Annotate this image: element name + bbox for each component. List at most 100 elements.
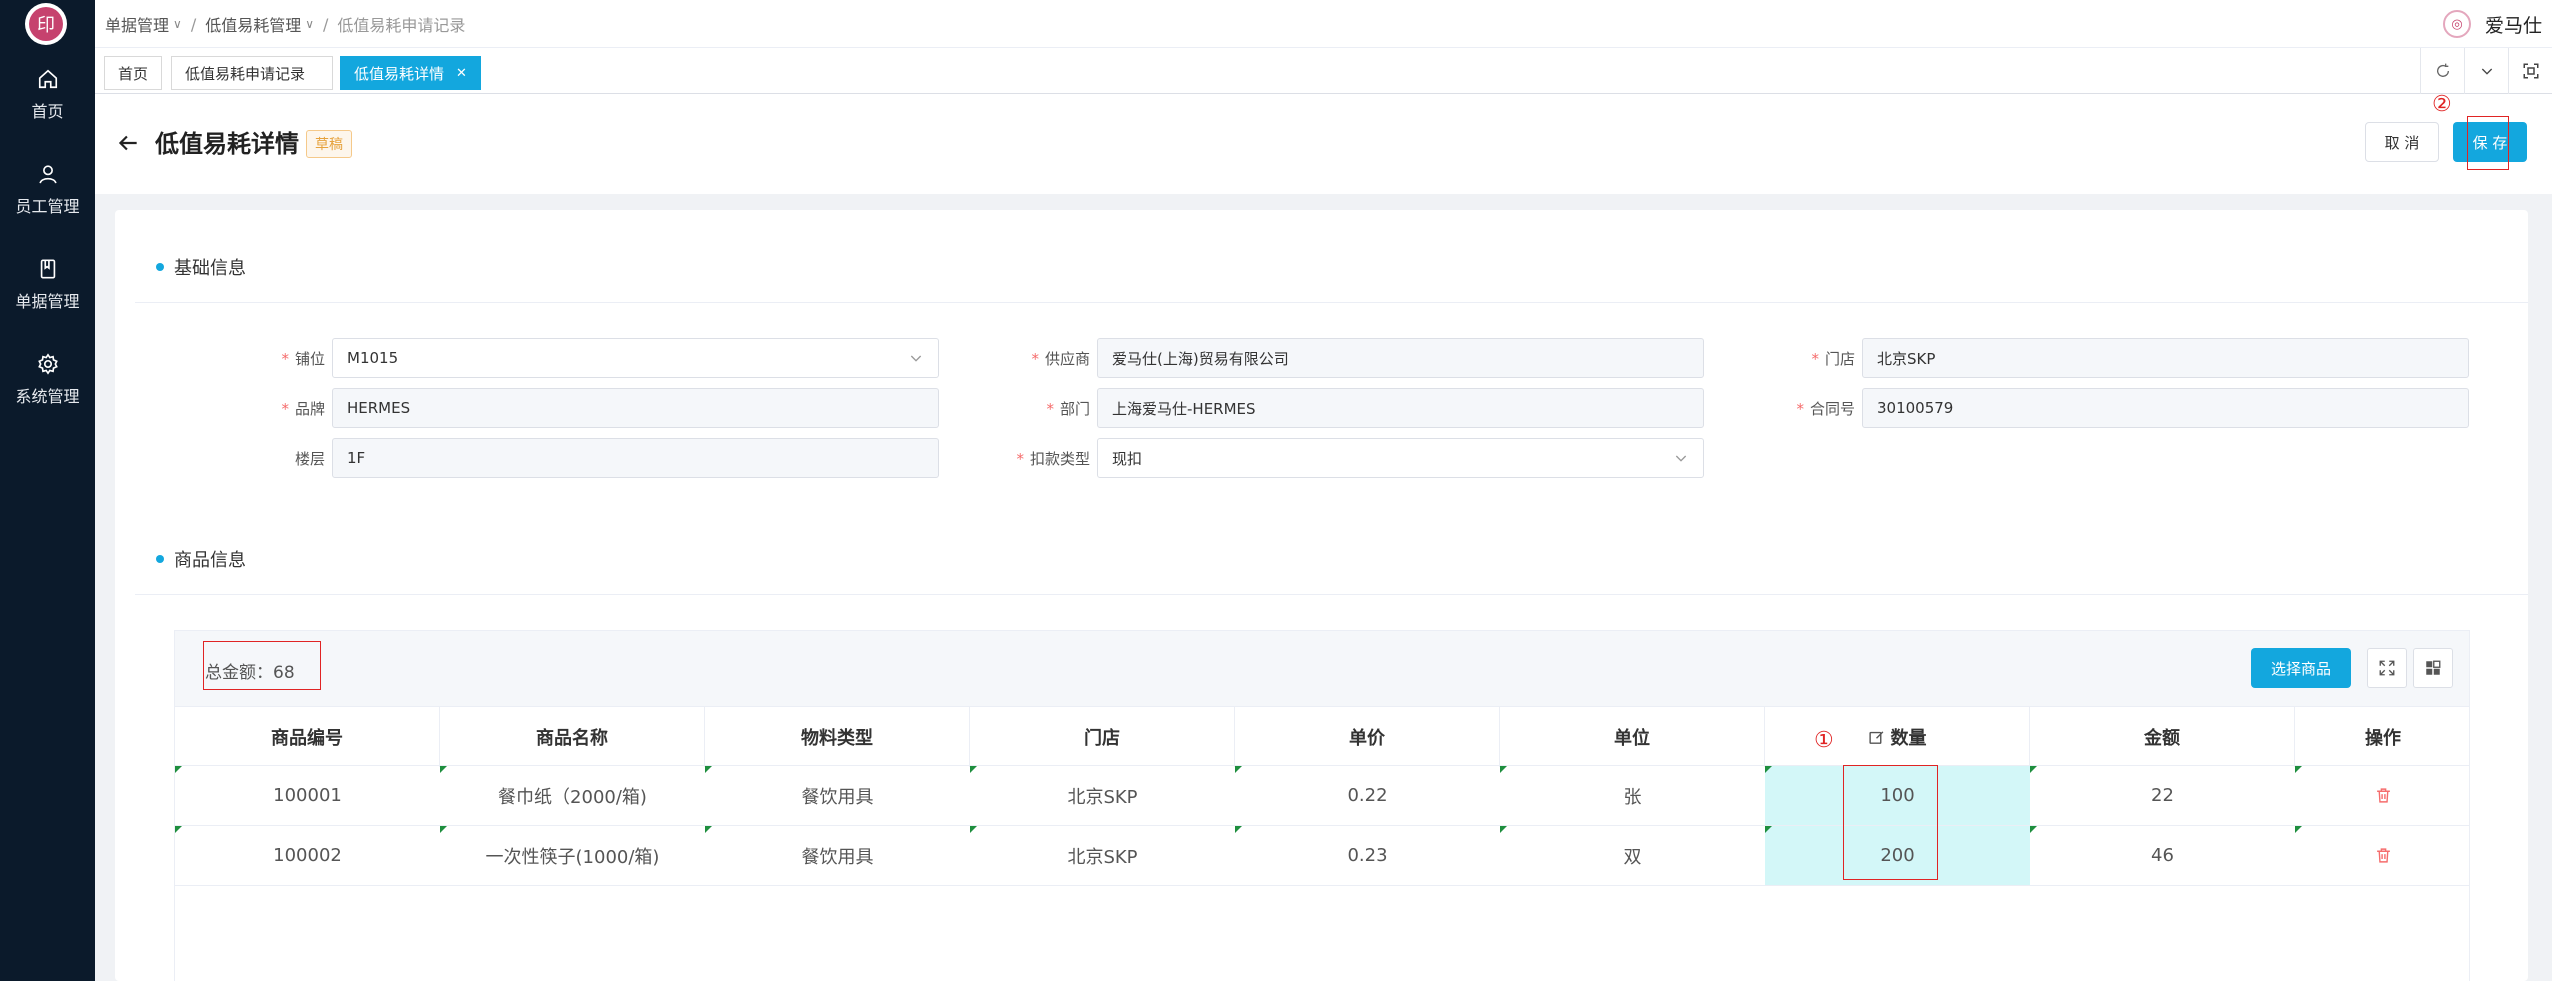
column-header-code[interactable]: 商品编号 xyxy=(175,707,440,767)
table-row[interactable]: 100001 餐巾纸（2000/箱) 餐饮用具 北京SKP 0.22 张 100… xyxy=(175,766,2469,826)
section-divider xyxy=(135,594,2528,595)
cell-marker xyxy=(2295,826,2302,833)
user-icon xyxy=(38,165,57,184)
tabs-actions xyxy=(2420,48,2552,94)
cell-marker xyxy=(1765,826,1772,833)
brand-name: 爱马仕 xyxy=(2484,14,2542,37)
supplier-field[interactable]: 爱马仕(上海)贸易有限公司 xyxy=(1097,338,1704,378)
section-divider xyxy=(135,302,2528,303)
section-dot xyxy=(156,263,164,271)
breadcrumb-item-documents[interactable]: 单据管理 xyxy=(105,12,169,36)
logo-seal: 印 xyxy=(29,7,63,41)
column-settings-button[interactable] xyxy=(2413,648,2453,688)
edit-icon xyxy=(1868,730,1883,744)
book-icon xyxy=(40,259,55,279)
brand-field[interactable]: HERMES xyxy=(332,388,939,428)
annotation-number-1: ① xyxy=(1814,728,1834,753)
deduction-type-select[interactable]: 现扣 xyxy=(1097,438,1704,478)
cell-marker xyxy=(175,766,182,773)
tab-apply-records[interactable]: 低值易耗申请记录 xyxy=(171,56,333,90)
cell-name: 餐巾纸（2000/箱) xyxy=(498,786,647,808)
cell-marker xyxy=(1500,826,1507,833)
cell-name: 一次性筷子(1000/箱) xyxy=(485,846,660,868)
cell-marker xyxy=(1500,766,1507,773)
sidebar-item-label: 员工管理 xyxy=(15,197,80,216)
chevron-down-icon[interactable]: ∨ xyxy=(305,17,314,31)
field-label-deduction: * 扣款类型 xyxy=(1016,450,1090,468)
refresh-icon xyxy=(2436,63,2449,77)
cell-marker xyxy=(175,826,182,833)
breadcrumb-separator: / xyxy=(323,14,329,34)
tab-consumable-detail[interactable]: 低值易耗详情 ✕ xyxy=(340,56,481,90)
cell-marker xyxy=(2030,766,2037,773)
column-header-type[interactable]: 物料类型 xyxy=(705,707,970,767)
brand-logo-icon: ◎ xyxy=(2442,10,2471,38)
table-row[interactable]: 100002 一次性筷子(1000/箱) 餐饮用具 北京SKP 0.23 双 2… xyxy=(175,826,2469,886)
cell-code: 100002 xyxy=(273,845,342,866)
cell-marker xyxy=(705,826,712,833)
cell-marker xyxy=(970,766,977,773)
cell-price: 0.23 xyxy=(1347,845,1388,866)
chevron-down-icon[interactable]: ∨ xyxy=(173,17,182,31)
cell-quantity[interactable]: 100 xyxy=(1765,766,2030,825)
cell-unit: 双 xyxy=(1623,846,1642,868)
cell-marker xyxy=(2030,826,2037,833)
cell-marker xyxy=(1235,766,1242,773)
cell-code: 100001 xyxy=(273,785,342,806)
cell-quantity[interactable]: 200 xyxy=(1765,826,2030,885)
back-arrow-icon[interactable] xyxy=(115,130,141,156)
sidebar-item-label: 首页 xyxy=(31,102,64,121)
cell-amount: 46 xyxy=(2151,845,2174,866)
delete-icon[interactable] xyxy=(2375,847,2392,864)
brand-area[interactable]: ◎ 爱马仕 xyxy=(2442,0,2542,48)
field-label-floor: 楼层 xyxy=(294,450,325,468)
cell-price: 0.22 xyxy=(1347,785,1388,806)
fullscreen-button[interactable] xyxy=(2508,48,2552,94)
section-title-text: 基础信息 xyxy=(174,258,246,279)
department-value: 上海爱马仕-HERMES xyxy=(1112,399,1256,418)
contract-field[interactable]: 30100579 xyxy=(1862,388,2469,428)
tabs-dropdown-button[interactable] xyxy=(2464,48,2508,94)
expand-table-button[interactable] xyxy=(2367,648,2407,688)
save-button[interactable]: 保 存 xyxy=(2453,122,2527,162)
floor-field[interactable]: 1F xyxy=(332,438,939,478)
field-label-dept: * 部门 xyxy=(1046,400,1090,418)
column-header-store[interactable]: 门店 xyxy=(970,707,1235,767)
sidebar-item-label: 单据管理 xyxy=(15,292,80,311)
refresh-button[interactable] xyxy=(2420,48,2464,94)
fullscreen-icon xyxy=(2523,63,2538,79)
section-title-text: 商品信息 xyxy=(174,550,246,571)
cell-marker xyxy=(705,766,712,773)
sidebar-item-system[interactable]: 系统管理 xyxy=(0,353,95,433)
booth-select[interactable]: M1015 xyxy=(332,338,939,378)
close-icon[interactable]: ✕ xyxy=(456,66,467,81)
store-field[interactable]: 北京SKP xyxy=(1862,338,2469,378)
department-field[interactable]: 上海爱马仕-HERMES xyxy=(1097,388,1704,428)
column-header-unit[interactable]: 单位 xyxy=(1500,707,1765,767)
table-toolbar: 总金额：68 选择商品 xyxy=(175,631,2469,706)
expand-icon xyxy=(2379,660,2395,676)
cell-store: 北京SKP xyxy=(1067,786,1138,808)
column-header-price[interactable]: 单价 xyxy=(1235,707,1500,767)
cell-actions xyxy=(2295,766,2471,825)
floor-value: 1F xyxy=(347,449,366,467)
breadcrumb-item-consumables[interactable]: 低值易耗管理 xyxy=(205,12,301,36)
sidebar-item-documents[interactable]: 单据管理 xyxy=(0,258,95,338)
column-header-amount[interactable]: 金额 xyxy=(2030,707,2295,767)
tab-home[interactable]: 首页 xyxy=(104,56,163,90)
sidebar-item-home[interactable]: 首页 xyxy=(0,68,95,148)
chevron-down-icon xyxy=(910,355,922,362)
top-bar: 单据管理 ∨ / 低值易耗管理 ∨ / 低值易耗申请记录 ◎ 爱马仕 xyxy=(95,0,2552,48)
column-header-name[interactable]: 商品名称 xyxy=(440,707,705,767)
deduction-type-value: 现扣 xyxy=(1112,449,1143,468)
total-amount: 总金额：68 xyxy=(205,663,295,683)
column-header-quantity[interactable]: 数量 xyxy=(1765,707,2030,767)
cell-unit: 张 xyxy=(1623,786,1642,808)
app-logo[interactable]: 印 xyxy=(25,3,67,45)
select-goods-button[interactable]: 选择商品 xyxy=(2251,648,2351,688)
sidebar-item-employees[interactable]: 员工管理 xyxy=(0,163,95,243)
cancel-button[interactable]: 取 消 xyxy=(2365,122,2439,162)
cell-marker xyxy=(440,766,447,773)
booth-value: M1015 xyxy=(347,349,399,367)
delete-icon[interactable] xyxy=(2375,787,2392,804)
